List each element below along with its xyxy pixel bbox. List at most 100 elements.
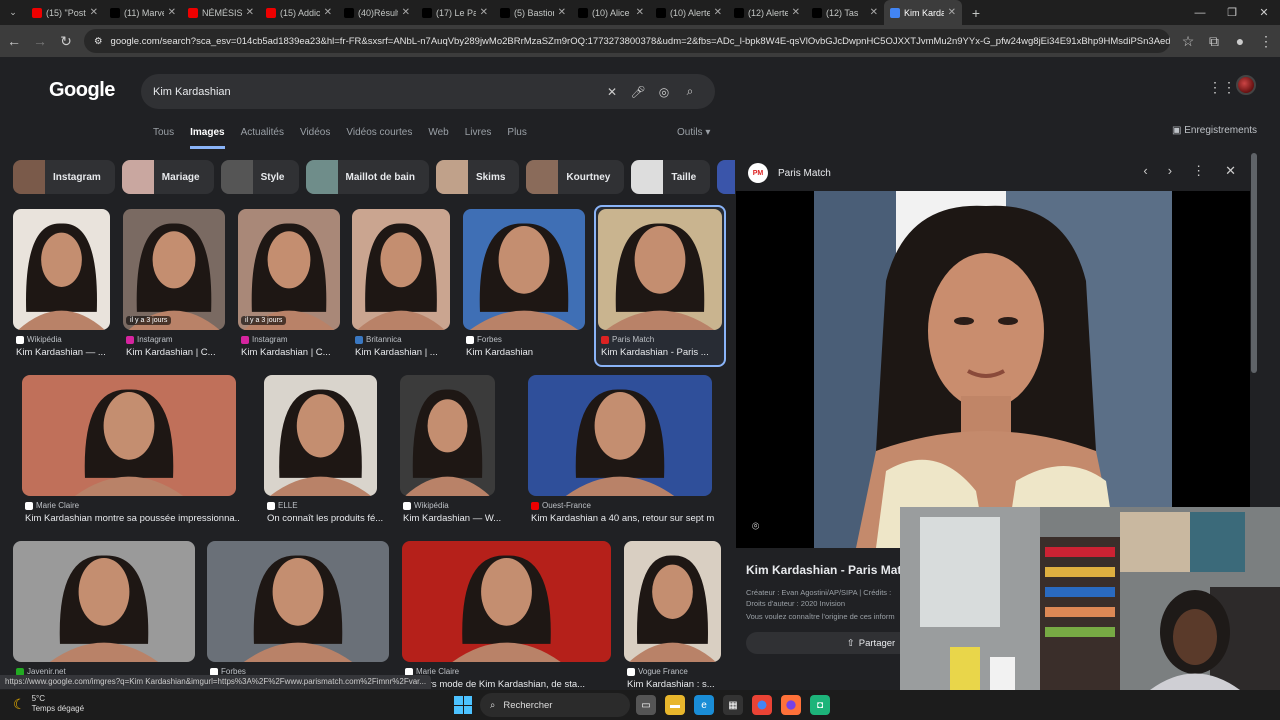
panel-header[interactable]: PM Paris Match bbox=[748, 163, 831, 183]
restore-icon[interactable]: ❐ bbox=[1216, 6, 1248, 19]
result-image[interactable] bbox=[624, 541, 721, 662]
result-title[interactable]: Kim Kardashian | C... bbox=[126, 347, 216, 358]
browser-tab[interactable]: NÉMÉSIS DA ✕ bbox=[182, 0, 260, 25]
close-tab-icon[interactable]: ✕ bbox=[90, 7, 98, 18]
result-image[interactable]: il y a 3 jours bbox=[238, 209, 340, 330]
reload-icon[interactable]: ↻ bbox=[58, 33, 74, 50]
close-tab-icon[interactable]: ✕ bbox=[402, 7, 410, 18]
tab-7[interactable]: Plus bbox=[507, 127, 526, 149]
result-image[interactable] bbox=[352, 209, 450, 330]
lens-search-icon[interactable]: ⌾ bbox=[752, 519, 759, 534]
clear-icon[interactable]: ✕ bbox=[599, 85, 625, 99]
back-icon[interactable]: ← bbox=[6, 33, 22, 49]
close-tab-icon[interactable]: ✕ bbox=[558, 7, 566, 18]
browser-tab[interactable]: (12) Alertes ✕ bbox=[728, 0, 806, 25]
chrome-icon[interactable] bbox=[752, 695, 772, 715]
tab-6[interactable]: Livres bbox=[465, 127, 492, 149]
result-image[interactable] bbox=[528, 375, 712, 496]
browser-tab[interactable]: (15) "Post Je ✕ bbox=[26, 0, 104, 25]
result-title[interactable]: Kim Kardashian : s... bbox=[627, 679, 715, 690]
result-image[interactable] bbox=[463, 209, 585, 330]
result-title[interactable]: Kim Kardashian bbox=[466, 347, 533, 358]
panel-title[interactable]: Kim Kardashian - Paris Match bbox=[746, 563, 915, 577]
more-icon[interactable]: ⋮ bbox=[1192, 163, 1205, 179]
close-panel-icon[interactable]: ✕ bbox=[1225, 163, 1236, 179]
browser-tab[interactable]: (40)Résultat ✕ bbox=[338, 0, 416, 25]
result-image[interactable] bbox=[207, 541, 389, 662]
filter-chip[interactable]: Kourtney bbox=[526, 160, 625, 194]
search-box[interactable]: Kim Kardashian ✕ 🎤︎ ◎ ⌕ bbox=[141, 74, 715, 109]
browser-tab[interactable]: (11) Marvel I ✕ bbox=[104, 0, 182, 25]
task-view-icon[interactable]: ▭ bbox=[636, 695, 656, 715]
close-window-icon[interactable]: ✕ bbox=[1248, 6, 1280, 19]
search-icon[interactable]: ⌕ bbox=[677, 84, 703, 99]
tab-4[interactable]: Vidéos courtes bbox=[346, 127, 412, 149]
microphone-icon[interactable]: 🎤︎ bbox=[625, 85, 651, 99]
preview-image[interactable] bbox=[736, 191, 1250, 548]
close-tab-icon[interactable]: ✕ bbox=[480, 7, 488, 18]
close-tab-icon[interactable]: ✕ bbox=[948, 7, 956, 18]
result-image[interactable] bbox=[400, 375, 495, 496]
result-image[interactable] bbox=[22, 375, 236, 496]
result-image[interactable] bbox=[264, 375, 377, 496]
filter-chip[interactable]: Skims bbox=[435, 160, 520, 194]
firefox-icon[interactable] bbox=[781, 695, 801, 715]
tab-3[interactable]: Vidéos bbox=[300, 127, 330, 149]
profile-icon[interactable]: ● bbox=[1232, 33, 1248, 49]
browser-tab[interactable]: (10) Alertes ✕ bbox=[650, 0, 728, 25]
close-tab-icon[interactable]: ✕ bbox=[324, 7, 332, 18]
result-image[interactable] bbox=[598, 209, 722, 330]
filter-chip[interactable]: Pete davi bbox=[717, 160, 735, 194]
search-input[interactable]: Kim Kardashian bbox=[153, 86, 599, 98]
tab-1[interactable]: Images bbox=[190, 127, 225, 149]
result-image[interactable] bbox=[402, 541, 611, 662]
tab-list-button[interactable]: ⌄ bbox=[0, 0, 26, 25]
filter-chip[interactable]: Style bbox=[220, 160, 299, 194]
tab-0[interactable]: Tous bbox=[153, 127, 174, 149]
browser-tab[interactable]: (10) Alice C ✕ bbox=[572, 0, 650, 25]
new-tab-button[interactable]: + bbox=[962, 0, 990, 25]
next-icon[interactable]: › bbox=[1168, 163, 1172, 179]
result-title[interactable]: On connaît les produits fé... bbox=[267, 513, 383, 524]
close-tab-icon[interactable]: ✕ bbox=[636, 7, 644, 18]
start-button[interactable] bbox=[454, 696, 472, 714]
tab-2[interactable]: Actualités bbox=[241, 127, 284, 149]
extensions-icon[interactable]: ⧉ bbox=[1206, 33, 1222, 50]
result-title[interactable]: arcours mode de Kim Kardashian, de sta..… bbox=[405, 679, 585, 690]
filter-chip[interactable]: Instagram bbox=[13, 160, 115, 194]
result-title[interactable]: Kim Kardashian - Paris ... bbox=[601, 347, 709, 358]
tools-button[interactable]: Outils ▾ bbox=[677, 127, 710, 138]
weather-widget[interactable]: ☾ 5°C Temps dégagé bbox=[13, 694, 84, 714]
filter-chip[interactable]: Maillot de bain bbox=[305, 160, 429, 194]
result-image[interactable] bbox=[13, 541, 195, 662]
browser-tab[interactable]: (12) Tas ✕ bbox=[806, 0, 884, 25]
close-tab-icon[interactable]: ✕ bbox=[714, 7, 722, 18]
result-title[interactable]: Kim Kardashian — ... bbox=[16, 347, 106, 358]
result-title[interactable]: Kim Kardashian montre sa poussée impress… bbox=[25, 513, 239, 524]
result-title[interactable]: Kim Kardashian — W... bbox=[403, 513, 501, 524]
browser-tab[interactable]: Kim Kardash ✕ bbox=[884, 0, 962, 25]
edge-icon[interactable]: e bbox=[694, 695, 714, 715]
store-icon[interactable]: ▦ bbox=[723, 695, 743, 715]
taskbar-search[interactable]: ⌕ Rechercher bbox=[480, 693, 630, 717]
chat-app-icon[interactable]: ◘ bbox=[810, 695, 830, 715]
result-title[interactable]: Kim Kardashian | C... bbox=[241, 347, 331, 358]
forward-icon[interactable]: → bbox=[32, 33, 48, 49]
browser-tab[interactable]: (5) Bastion ✕ bbox=[494, 0, 572, 25]
scrollbar[interactable] bbox=[1251, 153, 1257, 373]
saved-button[interactable]: ▣ Enregistrements bbox=[1172, 125, 1257, 136]
close-tab-icon[interactable]: ✕ bbox=[246, 7, 254, 18]
menu-icon[interactable]: ⋮ bbox=[1258, 33, 1274, 50]
close-tab-icon[interactable]: ✕ bbox=[792, 7, 800, 18]
lens-icon[interactable]: ◎ bbox=[651, 85, 677, 99]
url-input[interactable]: ⚙ google.com/search?sca_esv=014cb5ad1839… bbox=[84, 29, 1170, 53]
avatar[interactable] bbox=[1236, 75, 1256, 95]
close-tab-icon[interactable]: ✕ bbox=[870, 7, 878, 18]
file-explorer-icon[interactable]: ▬ bbox=[665, 695, 685, 715]
result-image[interactable] bbox=[13, 209, 110, 330]
previous-icon[interactable]: ‹ bbox=[1143, 163, 1147, 179]
close-tab-icon[interactable]: ✕ bbox=[168, 7, 176, 18]
browser-tab[interactable]: (17) Le Paris ✕ bbox=[416, 0, 494, 25]
result-title[interactable]: Kim Kardashian | ... bbox=[355, 347, 438, 358]
tab-5[interactable]: Web bbox=[428, 127, 448, 149]
